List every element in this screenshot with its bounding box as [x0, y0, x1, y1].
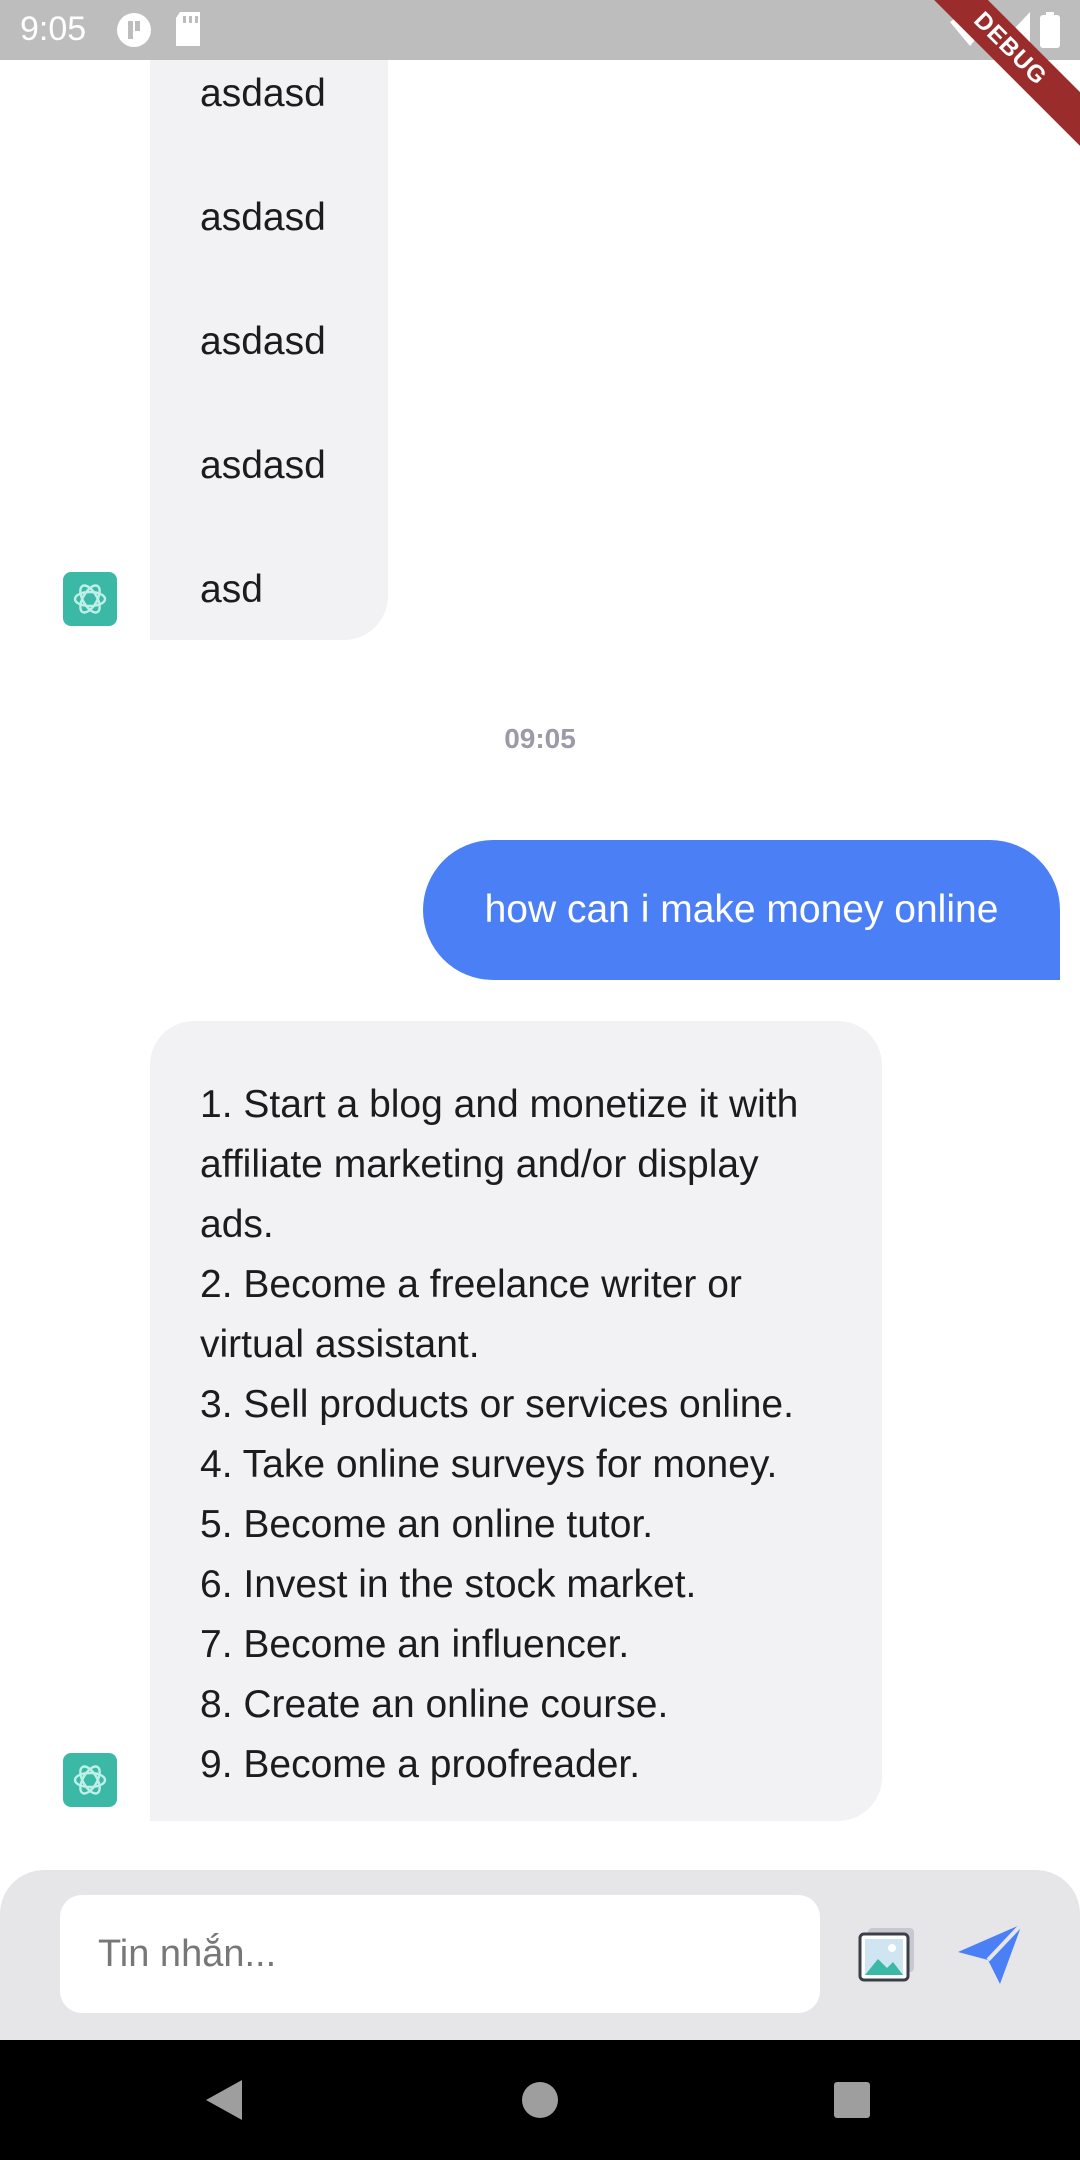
reply-line: 1. Start a blog and monetize it with: [200, 1083, 799, 1126]
openai-logo-icon: [73, 1765, 107, 1795]
reply-line: 9. Become a proofreader.: [200, 1743, 641, 1786]
status-bar: 9:05: [0, 0, 1080, 60]
nav-back-icon[interactable]: [204, 2078, 244, 2122]
reply-line: 7. Become an influencer.: [200, 1623, 630, 1666]
reply-line: 4. Take online surveys for money.: [200, 1443, 778, 1486]
message-input[interactable]: [60, 1895, 820, 2013]
message-line: asd: [200, 568, 263, 611]
bot-reply-bubble: 1. Start a blog and monetize it with aff…: [150, 1021, 882, 1821]
chat-list[interactable]: asdasd asdasd asdasd asdasd asd 09:05 ho…: [0, 60, 1080, 1870]
reply-line: virtual assistant.: [200, 1323, 480, 1366]
system-nav-bar: [0, 2040, 1080, 2160]
app-notification-icon: [117, 13, 151, 47]
reply-line: 8. Create an online course.: [200, 1683, 669, 1726]
user-message-bubble: how can i make money online: [423, 840, 1060, 980]
image-picker-icon[interactable]: [858, 1926, 918, 1982]
sd-card-icon: [176, 12, 200, 46]
bot-avatar: [63, 1753, 117, 1807]
reply-line: 6. Invest in the stock market.: [200, 1563, 697, 1606]
message-line: asdasd: [200, 444, 326, 487]
nav-recents-icon[interactable]: [832, 2078, 872, 2122]
status-time: 9:05: [20, 10, 87, 48]
reply-line: affiliate marketing and/or display: [200, 1143, 759, 1186]
message-composer: [0, 1870, 1080, 2040]
battery-icon: [1040, 12, 1060, 48]
send-icon[interactable]: [956, 1922, 1024, 1986]
reply-line: ads.: [200, 1203, 274, 1246]
message-timestamp: 09:05: [504, 723, 576, 754]
reply-line: 3. Sell products or services online.: [200, 1383, 794, 1426]
bot-avatar: [63, 572, 117, 626]
nav-home-icon[interactable]: [520, 2078, 560, 2122]
bot-message-bubble: asdasd asdasd asdasd asdasd asd: [150, 60, 388, 640]
reply-line: 2. Become a freelance writer or: [200, 1263, 742, 1306]
reply-line: 5. Become an online tutor.: [200, 1503, 654, 1546]
message-line: asdasd: [200, 196, 326, 239]
message-line: asdasd: [200, 320, 326, 363]
message-line: asdasd: [200, 72, 326, 115]
openai-logo-icon: [73, 584, 107, 614]
